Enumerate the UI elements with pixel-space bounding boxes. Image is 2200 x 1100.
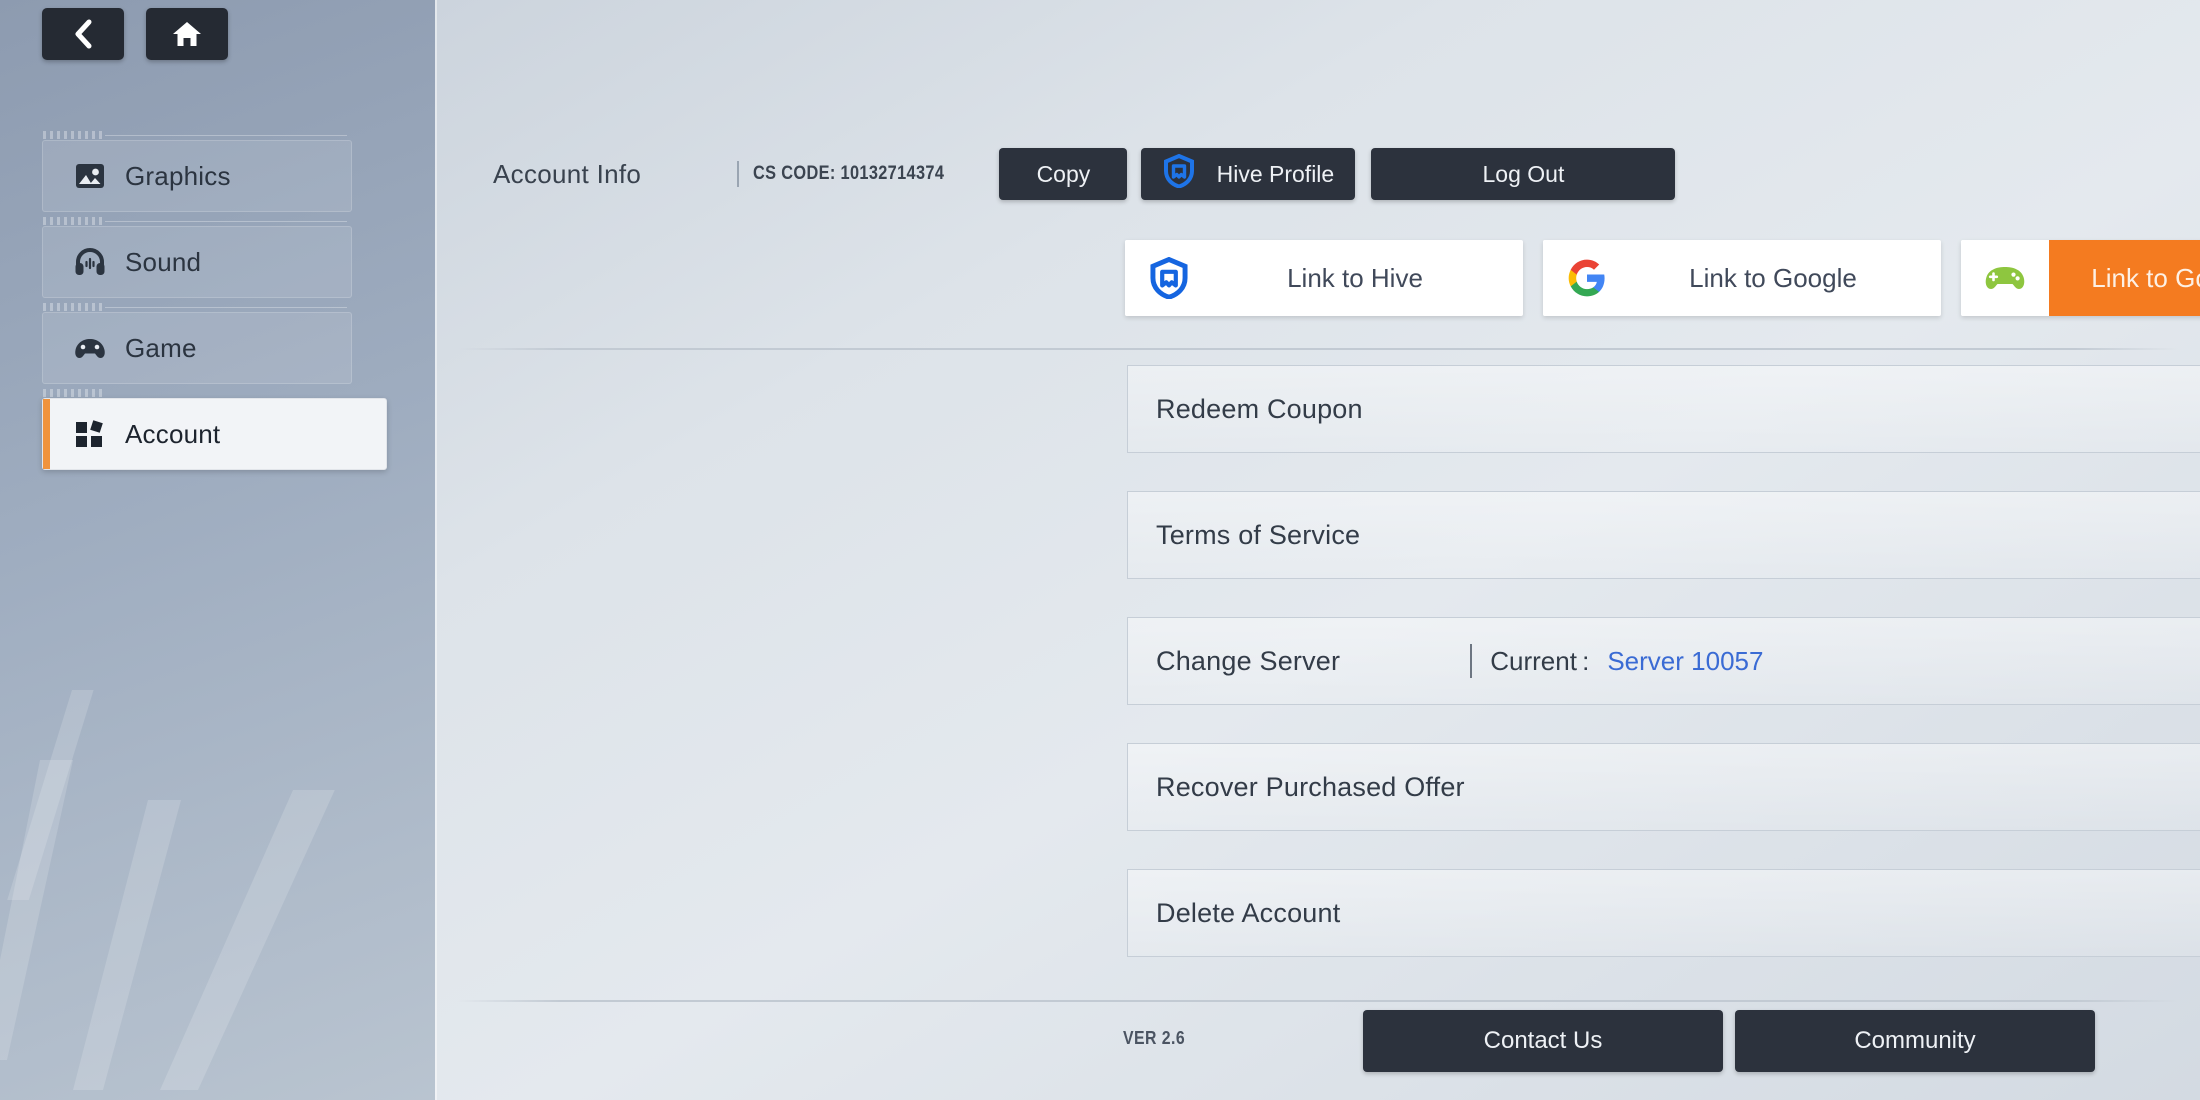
menu-tick-marks xyxy=(43,303,105,311)
link-to-google-play-label: Link to Google Play xyxy=(2049,240,2200,316)
table-row[interactable]: Recover Purchased Offer Tap to Go Now xyxy=(1127,743,2200,831)
row-label: Redeem Coupon xyxy=(1156,394,1363,425)
menu-divider xyxy=(105,221,347,222)
divider xyxy=(737,161,739,187)
hive-profile-button[interactable]: Hive Profile xyxy=(1141,148,1355,200)
menu-tick-marks xyxy=(43,389,105,397)
cs-code-value: CS CODE: 10132714374 xyxy=(753,163,944,185)
link-to-google-label: Link to Google xyxy=(1631,240,1941,316)
section-divider-top xyxy=(457,348,2178,350)
hive-profile-label: Hive Profile xyxy=(1217,161,1335,188)
sidebar-item-graphics[interactable]: Graphics xyxy=(42,140,352,212)
menu-tick-marks xyxy=(43,131,105,139)
sidebar-item-label: Graphics xyxy=(125,161,231,192)
table-row[interactable]: Redeem Coupon Tap to Go Now xyxy=(1127,365,2200,453)
row-label: Recover Purchased Offer xyxy=(1156,772,1465,803)
row-label: Delete Account xyxy=(1156,898,1340,929)
community-button[interactable]: Community xyxy=(1735,1010,2095,1072)
image-icon xyxy=(73,159,107,193)
link-to-hive-label: Link to Hive xyxy=(1213,240,1523,316)
menu-tick-marks xyxy=(43,217,105,225)
sidebar-item-game[interactable]: Game xyxy=(42,312,352,384)
settings-menu: Graphics Sound xyxy=(42,140,352,484)
version-label: VER 2.6 xyxy=(1123,1028,1185,1049)
sidebar-item-label: Account xyxy=(125,419,220,450)
link-account-buttons: Link to Hive Link to Google xyxy=(1125,240,2200,316)
gamepad-green-icon xyxy=(1961,240,2049,316)
table-row[interactable]: Terms of Service Tap to Go Now xyxy=(1127,491,2200,579)
sidebar-item-label: Sound xyxy=(125,247,201,278)
hive-shield-icon xyxy=(1163,154,1195,194)
decorative-watermark xyxy=(0,690,120,900)
link-to-hive-button[interactable]: Link to Hive xyxy=(1125,240,1523,316)
footer-buttons: Contact Us Community xyxy=(1363,1010,2095,1072)
sidebar: Graphics Sound xyxy=(0,0,435,1100)
home-icon xyxy=(172,20,202,48)
section-divider-bottom xyxy=(457,1000,2178,1002)
link-to-google-play-button[interactable]: Link to Google Play xyxy=(1961,240,2200,316)
home-button[interactable] xyxy=(146,8,228,60)
grid-icon xyxy=(73,417,107,451)
current-server-value: Server 10057 xyxy=(1607,646,1763,677)
copy-button[interactable]: Copy xyxy=(999,148,1127,200)
sidebar-item-account[interactable]: Account xyxy=(42,398,387,470)
decorative-watermark xyxy=(0,760,130,1060)
cs-code-group: CS CODE: 10132714374 xyxy=(737,161,975,187)
divider xyxy=(1470,644,1472,678)
account-info-header: Account Info CS CODE: 10132714374 Copy H… xyxy=(493,148,2145,200)
row-label: Terms of Service xyxy=(1156,520,1360,551)
community-label: Community xyxy=(1854,1027,1975,1055)
hive-shield-icon xyxy=(1125,240,1213,316)
current-server-group: Current : Server 10057 xyxy=(1470,644,1763,678)
row-label: Change Server xyxy=(1156,646,1340,677)
back-button[interactable] xyxy=(42,8,124,60)
table-row[interactable]: Change Server Current : Server 10057 Tap… xyxy=(1127,617,2200,705)
google-g-icon xyxy=(1543,240,1631,316)
menu-divider xyxy=(105,307,347,308)
page-title: Account Info xyxy=(493,159,737,190)
decorative-watermark xyxy=(160,790,350,1090)
table-row[interactable]: Delete Account Tap to Go Now xyxy=(1127,869,2200,957)
chevron-left-icon xyxy=(71,19,95,49)
logout-button-label: Log Out xyxy=(1483,161,1565,188)
current-server-label: Current : xyxy=(1490,646,1589,677)
settings-rows: Redeem Coupon Tap to Go Now Terms of Ser… xyxy=(1127,365,2200,995)
contact-us-button[interactable]: Contact Us xyxy=(1363,1010,1723,1072)
copy-button-label: Copy xyxy=(1037,161,1091,188)
gamepad-icon xyxy=(73,331,107,365)
menu-divider xyxy=(105,135,347,136)
sidebar-item-sound[interactable]: Sound xyxy=(42,226,352,298)
account-settings-panel: Account Info CS CODE: 10132714374 Copy H… xyxy=(435,0,2200,1100)
contact-us-label: Contact Us xyxy=(1484,1027,1603,1055)
sidebar-item-label: Game xyxy=(125,333,197,364)
decorative-watermark xyxy=(70,800,220,1090)
top-navigation xyxy=(42,8,228,60)
link-to-google-button[interactable]: Link to Google xyxy=(1543,240,1941,316)
headset-icon xyxy=(73,245,107,279)
logout-button[interactable]: Log Out xyxy=(1371,148,1675,200)
